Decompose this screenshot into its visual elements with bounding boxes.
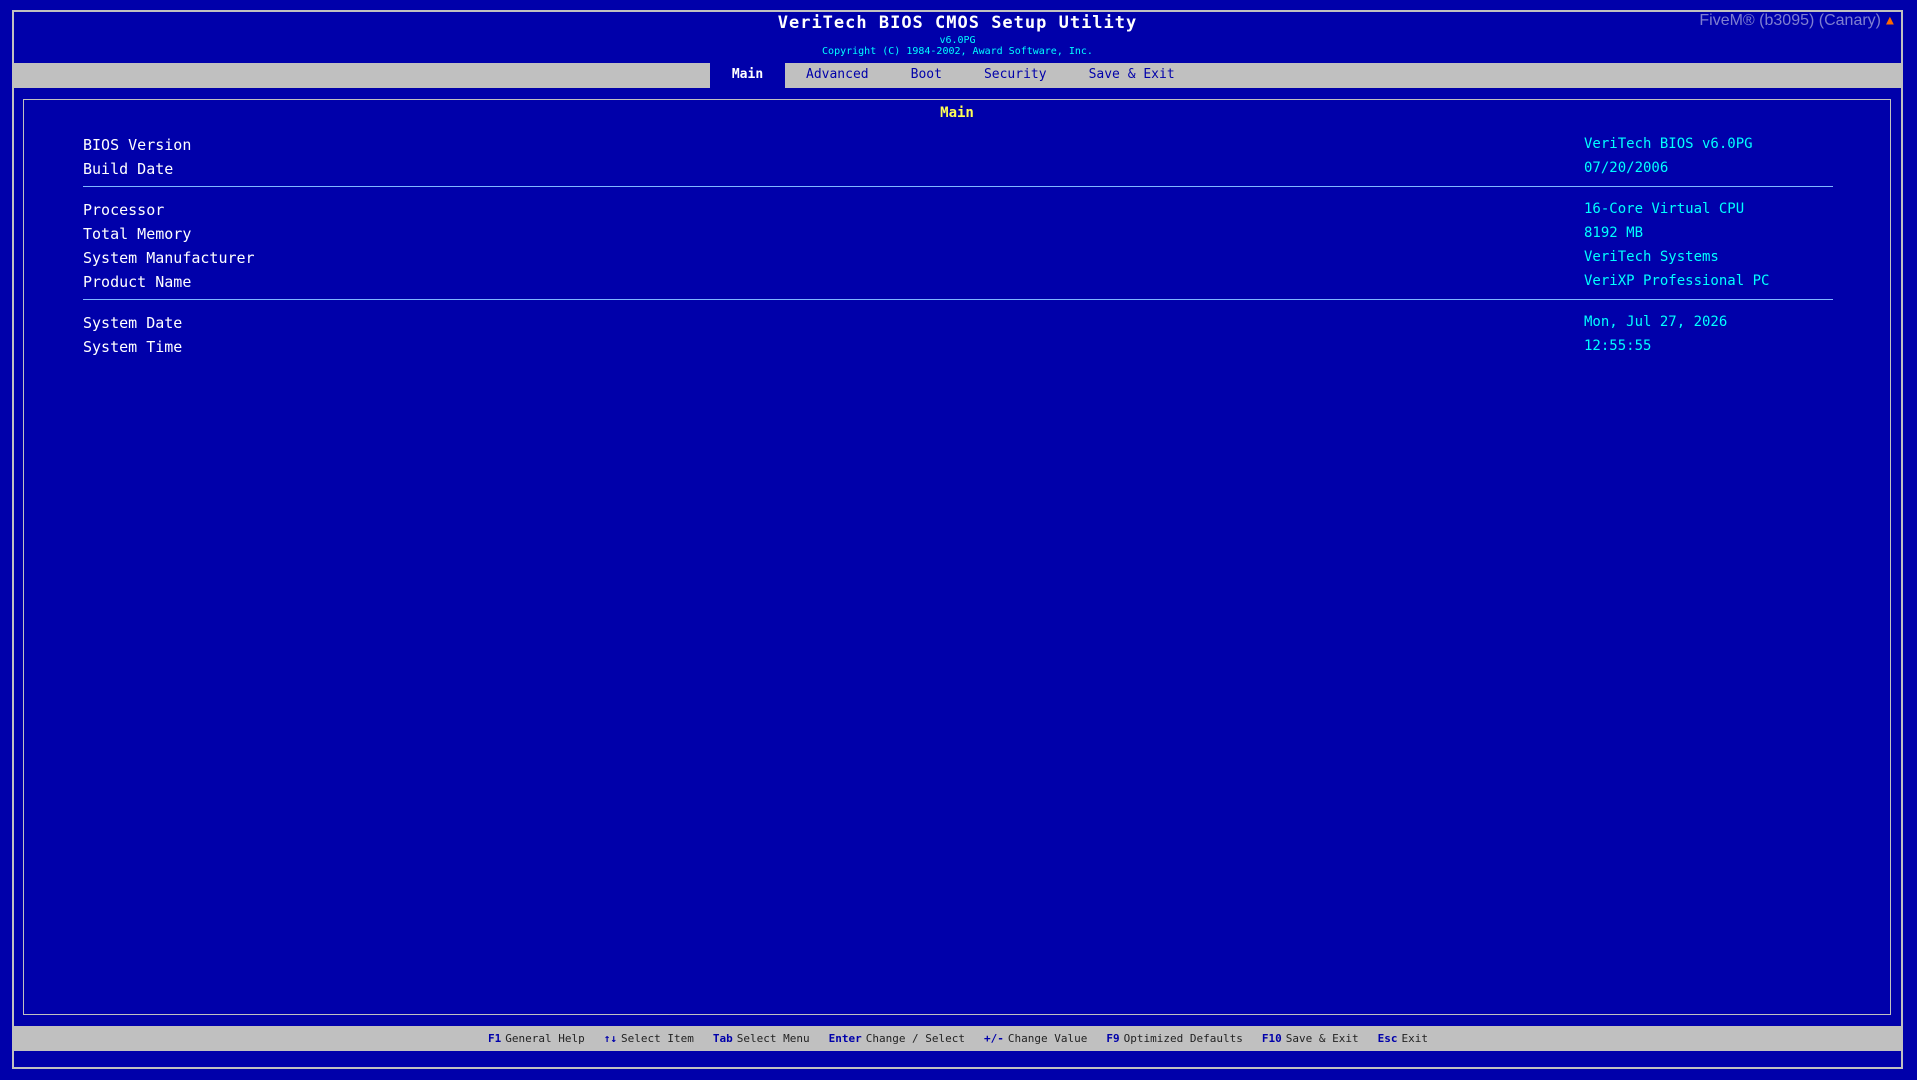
tab-list: Main Advanced Boot Security Save & Exit: [710, 63, 1196, 88]
hint-description: Exit: [1401, 1032, 1428, 1045]
setting-value: VeriXP Professional PC: [1584, 273, 1770, 289]
hint-description: Optimized Defaults: [1123, 1032, 1243, 1045]
setting-label: Product Name: [83, 273, 192, 291]
setting-row-total-memory[interactable]: Total Memory 8192 MB: [83, 225, 1833, 247]
setting-row-build-date[interactable]: Build Date 07/20/2006: [83, 160, 1833, 182]
setting-row-product-name[interactable]: Product Name VeriXP Professional PC: [83, 273, 1833, 295]
key-hint: Esc Exit: [1378, 1026, 1428, 1051]
key-hint: Tab Select Menu: [713, 1026, 810, 1051]
setting-row-bios-version[interactable]: BIOS Version VeriTech BIOS v6.0PG: [83, 136, 1833, 158]
hint-key: Esc: [1377, 1032, 1398, 1045]
setting-label: Total Memory: [83, 225, 192, 243]
setting-value: 07/20/2006: [1584, 160, 1669, 176]
menu-bar: Main Advanced Boot Security Save & Exit: [14, 63, 1901, 88]
key-hint: F10 Save & Exit: [1262, 1026, 1359, 1051]
copyright-line: Copyright (C) 1984-2002, Award Software,…: [822, 46, 1093, 57]
setting-row-processor[interactable]: Processor 16-Core Virtual CPU: [83, 201, 1833, 223]
key-hint: ↑↓ Select Item: [604, 1026, 694, 1051]
tab-boot[interactable]: Boot: [890, 63, 963, 88]
key-hint: +/- Change Value: [984, 1026, 1087, 1051]
tab-main[interactable]: Main: [710, 63, 785, 88]
hint-description: Select Menu: [736, 1032, 810, 1045]
setting-row-system-date[interactable]: System Date Mon, Jul 27, 2026: [83, 314, 1833, 336]
section-divider: [83, 186, 1833, 187]
hint-key: +/-: [984, 1032, 1004, 1045]
bios-version-line: v6.0PG: [939, 35, 976, 46]
setting-value: 16-Core Virtual CPU: [1584, 201, 1745, 217]
hint-description: Change Value: [1007, 1032, 1088, 1045]
setting-value: Mon, Jul 27, 2026: [1584, 314, 1728, 330]
hint-key: F10: [1261, 1032, 1282, 1045]
setting-label: BIOS Version: [83, 136, 192, 154]
setting-value: 12:55:55: [1584, 338, 1652, 354]
hint-key: Enter: [828, 1032, 862, 1045]
hint-description: Select Item: [620, 1032, 694, 1045]
panel-title: Main: [940, 105, 974, 121]
status-bar: F1 General Help ↑↓ Select Item Tab Select Men…: [14, 1026, 1901, 1051]
key-hint: F9 Optimized Defaults: [1106, 1026, 1242, 1051]
section-divider: [83, 299, 1833, 300]
tab-security[interactable]: Security: [963, 63, 1068, 88]
tab-advanced[interactable]: Advanced: [785, 63, 890, 88]
hint-key: Tab: [712, 1032, 733, 1045]
setting-value: VeriTech BIOS v6.0PG: [1584, 136, 1753, 152]
hint-key: ↑↓: [603, 1032, 617, 1045]
key-hint: Enter Change / Select: [829, 1026, 965, 1051]
setting-label: System Date: [83, 314, 183, 332]
key-hint: F1 General Help: [488, 1026, 585, 1051]
hint-description: General Help: [505, 1032, 585, 1045]
setting-row-system-manufacturer[interactable]: System Manufacturer VeriTech Systems: [83, 249, 1833, 271]
setting-row-system-time[interactable]: System Time 12:55:55: [83, 338, 1833, 360]
fivem-watermark: FiveM® (b3095) (Canary): [1699, 12, 1881, 29]
key-hints: F1 General Help ↑↓ Select Item Tab Select Men…: [488, 1026, 1447, 1051]
hint-description: Save & Exit: [1285, 1032, 1359, 1045]
setting-value: 8192 MB: [1584, 225, 1644, 241]
hint-key: F9: [1106, 1032, 1120, 1045]
fivem-logo-icon: ▲: [1886, 13, 1894, 28]
setting-value: VeriTech Systems: [1584, 249, 1719, 265]
title-area: VeriTech BIOS CMOS Setup Utility v6.0PG …: [14, 12, 1901, 62]
tab-save-exit[interactable]: Save & Exit: [1068, 63, 1196, 88]
hint-description: Change / Select: [865, 1032, 966, 1045]
setting-label: Build Date: [83, 160, 174, 178]
main-panel: Main BIOS Version VeriTech BIOS v6.0PG Bui…: [23, 99, 1891, 1015]
app-title: VeriTech BIOS CMOS Setup Utility: [777, 13, 1138, 33]
hint-key: F1: [488, 1032, 502, 1045]
setting-label: Processor: [83, 201, 165, 219]
setting-label: System Manufacturer: [83, 249, 255, 267]
setting-label: System Time: [83, 338, 183, 356]
